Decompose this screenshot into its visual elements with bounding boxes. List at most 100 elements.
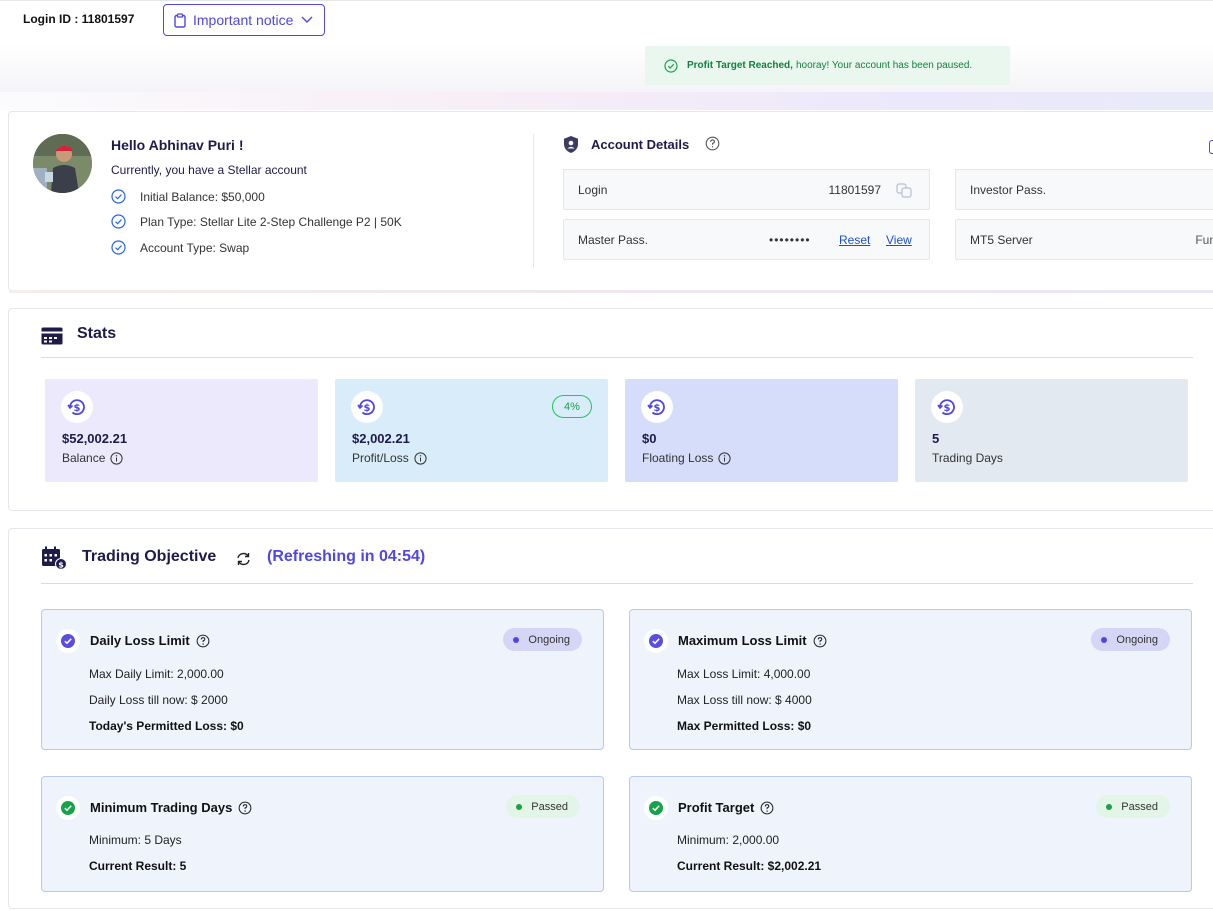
objective-title: Maximum Loss Limit (678, 633, 827, 648)
svg-text:$: $ (654, 403, 661, 414)
check-circle-icon (644, 629, 668, 653)
help-circle-icon[interactable] (238, 801, 252, 815)
stat-card-floating-loss: $ $0 Floating Loss (625, 379, 898, 482)
status-text: Ongoing (528, 633, 570, 646)
chevron-down-icon (301, 16, 313, 23)
status-text: Passed (531, 800, 568, 813)
toast-strong-text: Profit Target Reached, (687, 60, 793, 71)
account-card: Hello Abhinav Puri ! Currently, you have… (8, 111, 1213, 293)
clipboard-icon (174, 12, 186, 28)
mt5-server-field: MT5 Server Func (955, 219, 1213, 260)
stat-label: Trading Days (932, 451, 1003, 465)
svg-text:$: $ (364, 403, 371, 414)
stats-icon (41, 327, 63, 345)
status-badge: Passed (1096, 795, 1170, 818)
dollar-refresh-icon: $ (641, 391, 673, 423)
bullet-plan-type: Plan Type: Stellar Lite 2-Step Challenge… (111, 214, 402, 229)
important-notice-button[interactable]: Important notice (163, 4, 325, 36)
bullet-text: Initial Balance: $50,000 (140, 189, 265, 204)
stat-amount: 5 (932, 431, 940, 446)
objective-minimum-trading-days: Minimum Trading Days Passed Minimum: 5 D… (41, 776, 604, 892)
objective-title: Minimum Trading Days (90, 800, 252, 815)
mt5-server-label: MT5 Server (970, 232, 1033, 247)
master-pass-field: Master Pass. •••••••• Reset View (563, 219, 930, 260)
help-circle-icon[interactable] (705, 136, 720, 151)
bullet-text: Plan Type: Stellar Lite 2-Step Challenge… (140, 214, 402, 229)
status-badge: Passed (506, 795, 580, 818)
objective-title: Profit Target (678, 800, 774, 815)
stats-title: Stats (77, 325, 117, 342)
objective-title: Daily Loss Limit (90, 633, 210, 648)
vertical-divider (533, 134, 534, 268)
investor-pass-label: Investor Pass. (970, 182, 1047, 197)
master-pass-label: Master Pass. (578, 232, 649, 247)
account-details-edge-control[interactable] (1209, 140, 1213, 154)
stats-divider (41, 357, 1193, 358)
toast-text: hooray! Your account has been paused. (795, 60, 973, 71)
objective-title-text: Minimum Trading Days (90, 800, 233, 815)
info-icon[interactable] (718, 451, 731, 465)
login-field: Login 11801597 (563, 169, 930, 210)
dollar-refresh-icon: $ (351, 391, 383, 423)
greeting: Hello Abhinav Puri ! (111, 137, 244, 153)
objective-line: Max Loss till now: $ 4000 (677, 693, 812, 707)
copy-icon[interactable] (896, 183, 912, 198)
info-icon[interactable] (414, 451, 427, 465)
objective-divider (41, 583, 1193, 584)
login-value: 11801597 (828, 182, 882, 197)
svg-text:$: $ (74, 403, 81, 414)
stat-label: Floating Loss (642, 451, 731, 465)
stat-label-text: Trading Days (932, 451, 1003, 465)
stat-card-trading-days: $ 5 Trading Days (915, 379, 1188, 482)
dollar-refresh-icon: $ (61, 391, 93, 423)
profit-percent-badge: 4% (552, 395, 592, 418)
stat-amount: $52,002.21 (62, 431, 128, 446)
objective-result: Current Result: $2,002.21 (677, 859, 822, 873)
stat-amount: $2,002.21 (352, 431, 410, 446)
account-type-line: Currently, you have a Stellar account (111, 163, 307, 177)
profit-target-toast: Profit Target Reached, hooray! Your acco… (645, 46, 1010, 85)
reset-link[interactable]: Reset (839, 233, 870, 247)
stat-amount: $0 (642, 431, 657, 446)
objective-result: Today's Permitted Loss: $0 (89, 719, 244, 733)
top-bar: Login ID : 11801597 Important notice (0, 0, 1213, 44)
objective-profit-target: Profit Target Passed Minimum: 2,000.00 C… (629, 776, 1192, 892)
objective-daily-loss-limit: Daily Loss Limit Ongoing Max Daily Limit… (41, 609, 604, 750)
objective-line: Daily Loss till now: $ 2000 (89, 693, 228, 707)
objective-line: Max Daily Limit: 2,000.00 (89, 667, 224, 681)
objective-title-text: Maximum Loss Limit (678, 633, 807, 648)
help-circle-icon[interactable] (196, 634, 210, 648)
stat-label-text: Floating Loss (642, 451, 714, 465)
check-circle-icon (111, 189, 126, 204)
info-icon[interactable] (110, 451, 123, 465)
objective-title-text: Profit Target (678, 800, 755, 815)
refreshing-countdown: (Refreshing in 04:54) (267, 548, 426, 565)
mt5-server-value: Func (1195, 232, 1213, 247)
status-text: Ongoing (1116, 633, 1158, 646)
objective-result: Current Result: 5 (89, 859, 187, 873)
status-badge: Ongoing (1091, 628, 1170, 651)
refresh-icon[interactable] (235, 551, 252, 567)
shield-user-icon (564, 136, 578, 153)
status-text: Passed (1121, 800, 1158, 813)
stat-label: Profit/Loss (352, 451, 427, 465)
help-circle-icon[interactable] (760, 801, 774, 815)
view-link[interactable]: View (886, 233, 912, 247)
help-circle-icon[interactable] (813, 634, 827, 648)
objective-result: Max Permitted Loss: $0 (677, 719, 812, 733)
status-badge: Ongoing (503, 628, 582, 651)
check-circle-icon (664, 58, 678, 73)
important-notice-label: Important notice (193, 12, 294, 28)
check-circle-icon (111, 240, 126, 255)
stat-card-profit-loss: $ 4% $2,002.21 Profit/Loss (335, 379, 608, 482)
status-dot (1106, 803, 1113, 810)
trading-objective-card: $ Trading Objective (Refreshing in 04:54… (8, 528, 1213, 909)
calendar-dollar-icon: $ (42, 546, 67, 570)
status-dot (516, 803, 523, 810)
login-id: Login ID : 11801597 (23, 12, 135, 26)
avatar (33, 134, 92, 193)
dollar-refresh-icon: $ (931, 391, 963, 423)
check-circle-icon (111, 214, 126, 229)
account-details-title: Account Details (591, 137, 690, 152)
check-circle-icon (644, 796, 668, 820)
